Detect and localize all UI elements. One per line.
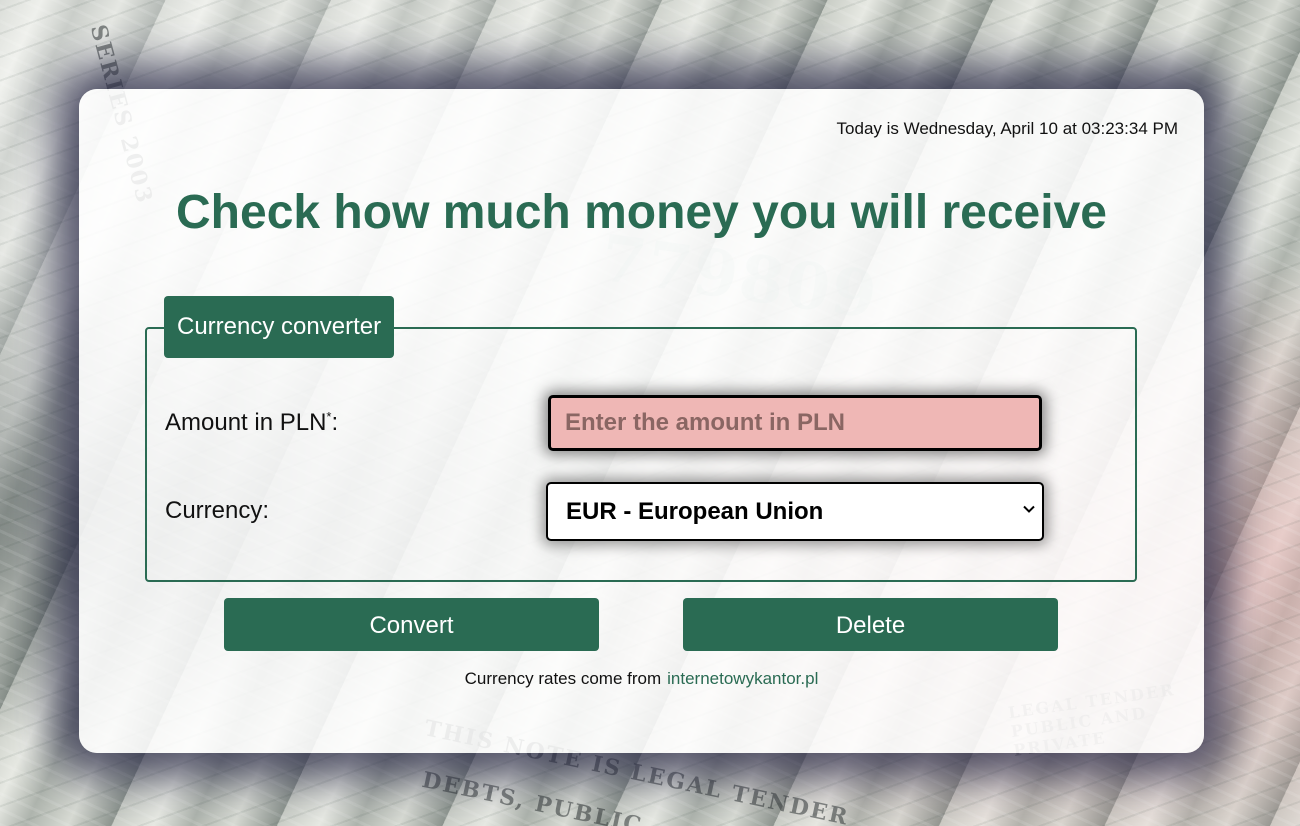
- amount-label-colon: :: [331, 409, 339, 436]
- converter-fieldset: [145, 327, 1137, 582]
- rates-source-text: Currency rates come from: [464, 669, 662, 688]
- page-title: Check how much money you will receive: [176, 186, 1107, 239]
- convert-button[interactable]: Convert: [224, 598, 599, 651]
- current-date: Today is Wednesday, April 10 at 03:23:34…: [836, 119, 1178, 138]
- currency-selected-value: EUR - European Union: [566, 497, 824, 525]
- currency-label: Currency:: [165, 497, 270, 524]
- currency-select[interactable]: EUR - European Union: [546, 482, 1044, 541]
- chevron-down-icon: [1023, 505, 1035, 513]
- fieldset-legend: Currency converter: [164, 296, 395, 358]
- converter-card: Today is Wednesday, April 10 at 03:23:34…: [79, 89, 1204, 753]
- amount-label: Amount in PLN*:: [165, 409, 338, 437]
- rates-source-link[interactable]: internetowykantor.pl: [667, 669, 818, 688]
- amount-label-text: Amount in PLN: [165, 409, 327, 436]
- rates-source: Currency rates come from internetowykanto…: [79, 669, 1204, 689]
- delete-button[interactable]: Delete: [683, 598, 1058, 651]
- amount-input[interactable]: [548, 395, 1042, 451]
